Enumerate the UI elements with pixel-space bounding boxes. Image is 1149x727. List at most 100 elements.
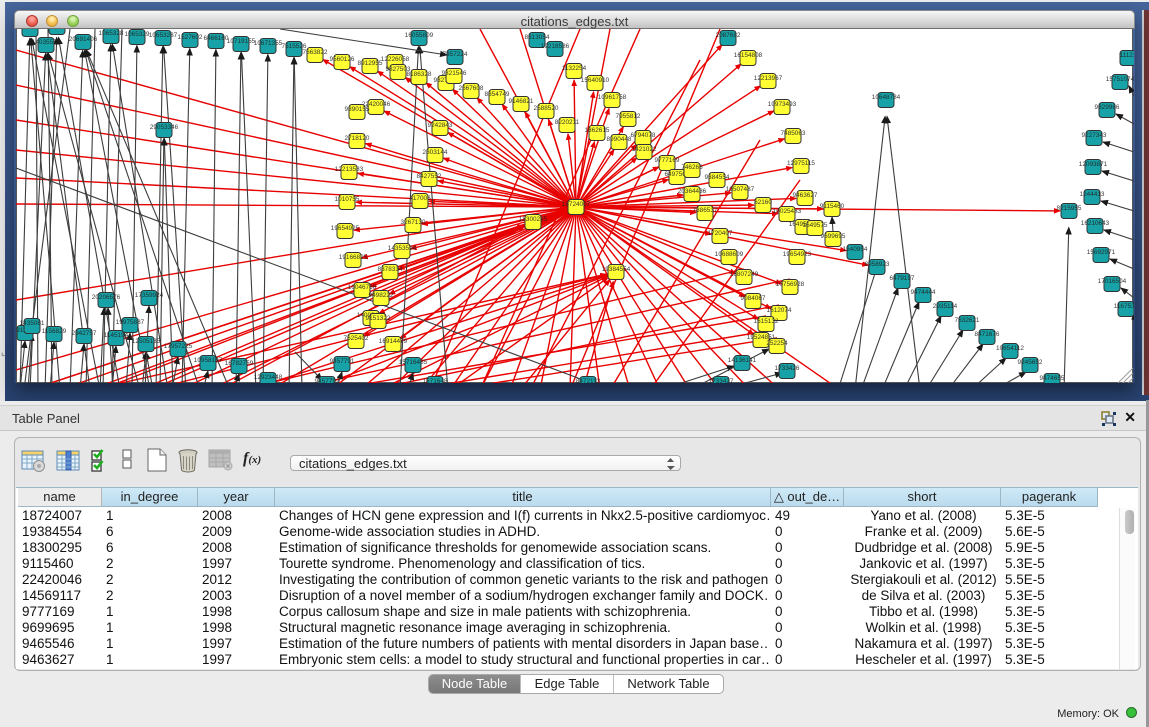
svg-text:1362615: 1362615 [585, 127, 610, 134]
svg-text:1527602: 1527602 [178, 34, 203, 41]
svg-text:14035572: 14035572 [32, 39, 61, 46]
svg-text:9115460: 9115460 [820, 203, 845, 210]
svg-text:14136141: 14136141 [728, 357, 757, 364]
svg-text:19218586: 19218586 [541, 43, 570, 50]
svg-text:11123: 11123 [1120, 52, 1134, 59]
svg-text:19384554: 19384554 [602, 266, 631, 273]
svg-text:19654925: 19654925 [331, 225, 360, 232]
svg-text:1244413: 1244413 [1080, 191, 1105, 198]
svg-text:9242843: 9242843 [428, 122, 453, 129]
svg-text:9457791: 9457791 [330, 358, 355, 365]
svg-text:8472113: 8472113 [576, 378, 601, 383]
svg-text:8854749: 8854749 [485, 91, 510, 98]
svg-text:9498222: 9498222 [369, 292, 394, 299]
svg-text:2935114: 2935114 [933, 303, 958, 310]
svg-text:15751074: 15751074 [1106, 76, 1134, 83]
svg-text:2803144: 2803144 [423, 149, 448, 156]
svg-text:9384554: 9384554 [705, 174, 730, 181]
svg-text:9829966: 9829966 [1095, 104, 1120, 111]
svg-text:7663822: 7663822 [303, 49, 328, 56]
svg-text:10973493: 10973493 [768, 101, 797, 108]
svg-text:19166825: 19166825 [339, 254, 368, 261]
svg-text:1733426: 1733426 [775, 365, 800, 372]
svg-text:1640954: 1640954 [843, 246, 868, 253]
svg-text:417006: 417006 [409, 195, 431, 202]
svg-text:19654923: 19654923 [783, 251, 812, 258]
svg-text:16055809: 16055809 [405, 32, 434, 39]
svg-text:8813054: 8813054 [525, 34, 550, 41]
svg-text:1156829: 1156829 [42, 328, 67, 335]
svg-text:7357224: 7357224 [443, 51, 468, 58]
svg-text:6466160: 6466160 [204, 35, 229, 42]
svg-text:18724007: 18724007 [562, 201, 591, 208]
svg-text:10756928: 10756928 [776, 281, 805, 288]
svg-text:10688609: 10688609 [715, 251, 744, 258]
svg-text:1065328: 1065328 [99, 30, 124, 37]
svg-text:9146821: 9146821 [509, 98, 534, 105]
svg-text:8958923: 8958923 [865, 261, 890, 268]
svg-text:12213967: 12213967 [754, 75, 783, 82]
svg-text:12226058: 12226058 [381, 56, 410, 63]
svg-text:9890155: 9890155 [345, 106, 370, 113]
svg-text:1435061: 1435061 [20, 320, 45, 327]
svg-text:10719155: 10719155 [227, 38, 256, 45]
svg-text:16210643: 16210643 [1081, 220, 1110, 227]
svg-text:9777169: 9777169 [655, 157, 680, 164]
svg-text:2718120: 2718120 [345, 135, 370, 142]
svg-text:16782759: 16782759 [225, 360, 254, 367]
svg-text:7485063: 7485063 [781, 130, 806, 137]
svg-text:12923448: 12923448 [254, 374, 283, 381]
svg-text:2942757: 2942757 [72, 330, 97, 337]
svg-text:16914479: 16914479 [379, 338, 408, 345]
svg-text:9151322: 9151322 [366, 315, 391, 322]
svg-text:1720407: 1720407 [708, 230, 733, 237]
svg-text:9227343: 9227343 [1082, 132, 1107, 139]
svg-text:7625402: 7625402 [344, 335, 369, 342]
svg-text:16154808: 16154808 [734, 52, 763, 59]
svg-text:10648784: 10648784 [872, 94, 901, 101]
svg-text:18300295: 18300295 [519, 216, 548, 223]
svg-text:8220211: 8220211 [555, 119, 580, 126]
svg-text:2087682: 2087682 [716, 32, 741, 39]
svg-text:9474444: 9474444 [911, 289, 936, 296]
svg-text:9084067: 9084067 [741, 295, 766, 302]
svg-text:8878334: 8878334 [378, 266, 403, 273]
svg-text:3267130: 3267130 [401, 219, 426, 226]
svg-text:29053346: 29053346 [150, 124, 179, 131]
svg-text:1010755: 1010755 [335, 196, 360, 203]
svg-text:19975887: 19975887 [116, 319, 145, 326]
svg-text:9560126: 9560126 [330, 56, 355, 63]
svg-text:8427552: 8427552 [417, 173, 442, 180]
svg-text:62160: 62160 [754, 199, 772, 206]
svg-text:1571648: 1571648 [423, 378, 448, 383]
svg-text:7955812: 7955812 [616, 113, 641, 120]
svg-text:1649575: 1649575 [803, 222, 828, 229]
svg-text:20206576: 20206576 [92, 294, 121, 301]
svg-text:7632621: 7632621 [955, 317, 980, 324]
svg-text:252254: 252254 [766, 340, 788, 347]
svg-text:10958107: 10958107 [194, 357, 223, 364]
svg-text:1065329: 1065329 [125, 31, 150, 38]
svg-text:12093871: 12093871 [1079, 161, 1108, 168]
svg-text:1145194: 1145194 [104, 332, 129, 339]
svg-text:17359924: 17359924 [135, 292, 164, 299]
svg-text:6794078: 6794078 [631, 132, 656, 139]
svg-text:14353594: 14353594 [388, 245, 417, 252]
svg-text:17016504: 17016504 [1098, 278, 1127, 285]
svg-text:9457792: 9457792 [315, 378, 340, 383]
svg-text:8912955: 8912955 [358, 60, 383, 67]
svg-text:10046766: 10046766 [348, 284, 377, 291]
svg-text:7386537: 7386537 [693, 207, 718, 214]
svg-text:9321546: 9321546 [442, 70, 467, 77]
svg-text:1612074: 1612074 [767, 307, 792, 314]
svg-text:1421022: 1421022 [632, 146, 657, 153]
svg-text:2588520: 2588520 [534, 105, 559, 112]
svg-text:9245652: 9245652 [1018, 359, 1043, 366]
svg-text:20364436: 20364436 [678, 188, 707, 195]
svg-text:8215955: 8215955 [1057, 205, 1082, 212]
svg-text:1615132: 1615132 [754, 318, 779, 325]
svg-text:10653287: 10653287 [149, 32, 178, 39]
svg-text:1167533: 1167533 [1114, 303, 1134, 310]
svg-text:15692971: 15692971 [1087, 249, 1116, 256]
svg-text:17957225: 17957225 [164, 343, 193, 350]
